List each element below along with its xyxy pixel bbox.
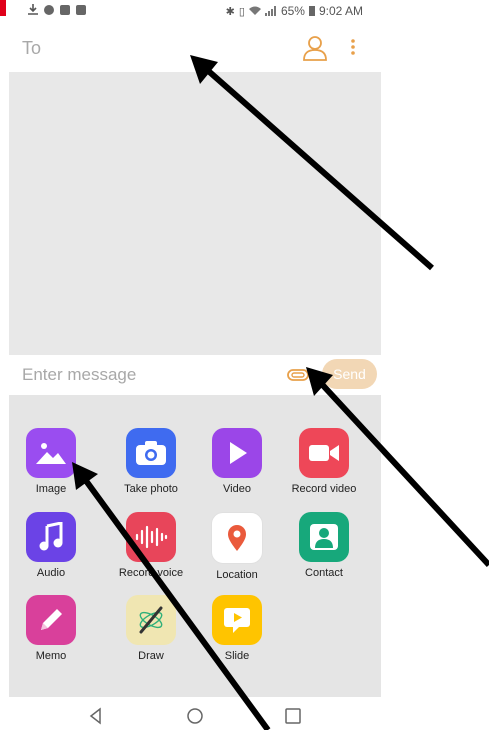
contact-card-icon [299, 512, 349, 562]
youtube-icon [60, 4, 70, 15]
back-button[interactable] [86, 706, 106, 726]
more-vert-icon [351, 39, 355, 55]
wifi-icon [248, 6, 261, 15]
status-bar: ✱ ▯ 65% 9:02 AM [0, 0, 389, 24]
message-input[interactable] [14, 360, 290, 390]
attach-image[interactable]: Image [11, 428, 91, 495]
recents-square-icon [285, 708, 301, 724]
attach-take-photo[interactable]: Take photo [111, 428, 191, 495]
attach-label: Video [223, 483, 251, 495]
slideshow-icon [212, 595, 262, 645]
more-options-button[interactable] [345, 34, 361, 62]
map-pin-icon [211, 512, 263, 564]
attach-button[interactable] [286, 365, 310, 385]
battery-icon [308, 6, 315, 16]
attach-slide[interactable]: Slide [197, 595, 277, 662]
attach-draw[interactable]: Draw [111, 595, 191, 662]
bluetooth-icon: ✱ [225, 5, 235, 18]
video-camera-icon [299, 428, 349, 478]
attach-audio[interactable]: Audio [11, 512, 91, 579]
globe-icon [44, 4, 54, 15]
send-button[interactable]: Send [322, 359, 377, 389]
recipient-bar: To [0, 26, 389, 70]
compose-bar: Send [0, 356, 389, 394]
camera-icon [126, 428, 176, 478]
waveform-icon [126, 512, 176, 562]
clock: 9:02 AM [318, 4, 363, 18]
battery-percent: 65% [280, 4, 305, 18]
attach-location[interactable]: Location [197, 512, 277, 581]
home-button[interactable] [185, 706, 205, 726]
attach-label: Memo [35, 650, 67, 662]
attach-video[interactable]: Video [197, 428, 277, 495]
image-icon [26, 428, 76, 478]
attach-label: Image [35, 483, 67, 495]
status-right-icons: ✱ ▯ 65% 9:02 AM [226, 4, 363, 18]
music-note-icon [26, 512, 76, 562]
status-left-icons [28, 4, 86, 15]
attach-label: Contact [305, 567, 343, 579]
navigation-bar [0, 700, 389, 730]
person-icon [303, 36, 327, 61]
attachment-panel: Image Take photo Video Record video Audi [9, 395, 381, 697]
download-icon [28, 4, 38, 15]
brush-icon [126, 595, 176, 645]
attach-label: Location [216, 569, 258, 581]
attach-label: Record voice [118, 567, 184, 579]
home-circle-icon [187, 708, 203, 724]
attach-label: Draw [138, 650, 164, 662]
attach-record-voice[interactable]: Record voice [111, 512, 191, 579]
messaging-screen: ✱ ▯ 65% 9:02 AM To Enter message Send Im… [0, 0, 389, 730]
red-marker [0, 0, 6, 16]
add-contact-button[interactable] [301, 34, 329, 62]
calendar-icon [76, 4, 86, 15]
attach-record-video[interactable]: Record video [284, 428, 364, 495]
pencil-icon [26, 595, 76, 645]
recents-button[interactable] [283, 706, 303, 726]
recipient-field[interactable]: To [22, 38, 41, 59]
attach-label: Audio [36, 567, 66, 579]
attach-label: Take photo [124, 483, 178, 495]
signal-icon [264, 6, 276, 16]
conversation-area [9, 72, 381, 355]
attach-label: Slide [224, 650, 250, 662]
attach-label: Record video [291, 483, 357, 495]
attach-contact[interactable]: Contact [284, 512, 364, 579]
vibrate-icon: ▯ [238, 5, 245, 18]
attach-memo[interactable]: Memo [11, 595, 91, 662]
back-triangle-icon [89, 707, 101, 725]
play-icon [212, 428, 262, 478]
paperclip-icon [287, 369, 309, 381]
